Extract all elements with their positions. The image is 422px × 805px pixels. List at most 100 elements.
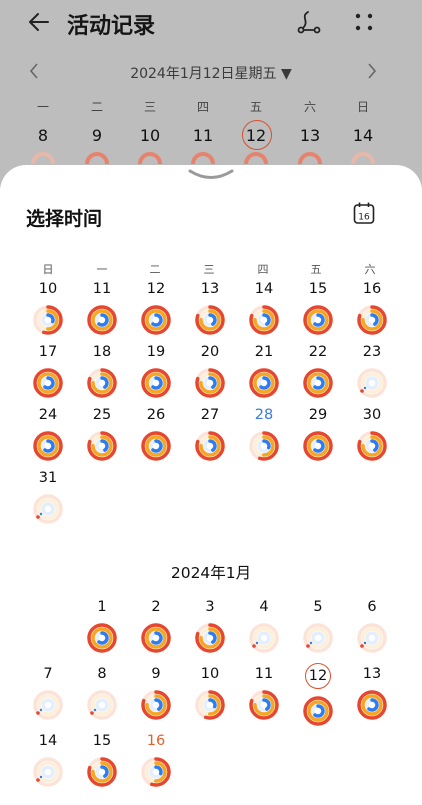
calendar-day-number: 18 bbox=[92, 344, 112, 360]
more-grid-icon[interactable] bbox=[353, 11, 375, 33]
calendar-day[interactable]: 14 bbox=[240, 280, 288, 340]
calendar-day[interactable]: 8 bbox=[78, 665, 126, 725]
calendar-day-number: 17 bbox=[38, 344, 58, 360]
activity-ring-icon bbox=[141, 690, 171, 720]
calendar-day-number: 30 bbox=[362, 407, 382, 423]
weekday-label: 六 bbox=[303, 100, 316, 114]
calendar-day[interactable]: 11 bbox=[78, 280, 126, 340]
activity-ring-icon bbox=[87, 305, 117, 335]
calendar-day-number: 15 bbox=[92, 733, 112, 749]
calendar-day[interactable]: 30 bbox=[348, 406, 396, 466]
week-day[interactable]: 11 bbox=[183, 126, 223, 145]
current-date-dropdown[interactable]: 2024年1月12日星期五 ▼ bbox=[0, 63, 422, 83]
back-arrow-icon[interactable] bbox=[26, 9, 52, 35]
calendar-day[interactable]: 16 bbox=[348, 280, 396, 340]
calendar-day-number: 26 bbox=[146, 407, 166, 423]
calendar-day-number: 28 bbox=[254, 407, 274, 423]
calendar-day[interactable]: 23 bbox=[348, 343, 396, 403]
week-day[interactable]: 13 bbox=[290, 126, 330, 145]
calendar-day-number: 10 bbox=[38, 281, 58, 297]
activity-ring-icon bbox=[87, 431, 117, 461]
activity-ring-icon bbox=[249, 690, 279, 720]
activity-ring-icon bbox=[141, 368, 171, 398]
activity-ring-icon bbox=[195, 368, 225, 398]
calendar-day[interactable]: 16 bbox=[132, 732, 180, 792]
weekday-label: 日 bbox=[42, 263, 54, 276]
calendar-day[interactable]: 3 bbox=[186, 598, 234, 658]
activity-ring-icon bbox=[249, 623, 279, 653]
calendar-day-number: 12 bbox=[146, 281, 166, 297]
calendar-day[interactable]: 2 bbox=[132, 598, 180, 658]
calendar-day[interactable]: 10 bbox=[186, 665, 234, 725]
week-day[interactable]: 14 bbox=[343, 126, 383, 145]
activity-ring-icon bbox=[303, 305, 333, 335]
calendar-day-number: 14 bbox=[254, 281, 274, 297]
chevron-right-icon[interactable] bbox=[366, 62, 378, 80]
calendar-day-number: 31 bbox=[38, 470, 58, 486]
calendar-day-number: 25 bbox=[92, 407, 112, 423]
calendar-day[interactable]: 26 bbox=[132, 406, 180, 466]
calendar-day[interactable]: 10 bbox=[24, 280, 72, 340]
calendar-day[interactable]: 29 bbox=[294, 406, 342, 466]
calendar-day[interactable]: 25 bbox=[78, 406, 126, 466]
calendar-day[interactable]: 12 bbox=[132, 280, 180, 340]
calendar-day[interactable]: 21 bbox=[240, 343, 288, 403]
activity-ring-icon bbox=[195, 431, 225, 461]
calendar-day[interactable]: 12 bbox=[294, 663, 342, 726]
calendar-day[interactable]: 13 bbox=[348, 665, 396, 725]
activity-ring-icon bbox=[195, 305, 225, 335]
weekday-label: 六 bbox=[364, 263, 376, 276]
calendar-day[interactable]: 5 bbox=[294, 598, 342, 658]
activity-ring-icon bbox=[303, 431, 333, 461]
activity-ring-peek bbox=[138, 152, 162, 164]
activity-ring-icon bbox=[249, 431, 279, 461]
calendar-day-number: 16 bbox=[146, 733, 166, 749]
activity-ring-icon bbox=[87, 368, 117, 398]
weekday-label: 三 bbox=[203, 263, 215, 276]
activity-ring-icon bbox=[141, 623, 171, 653]
activity-ring-icon bbox=[357, 690, 387, 720]
calendar-day[interactable]: 28 bbox=[240, 406, 288, 466]
calendar-day-number: 6 bbox=[367, 599, 377, 615]
calendar-day-number: 9 bbox=[151, 666, 161, 682]
calendar-day[interactable]: 11 bbox=[240, 665, 288, 725]
activity-ring-icon bbox=[33, 757, 63, 787]
activity-ring-icon bbox=[195, 623, 225, 653]
calendar-day[interactable]: 19 bbox=[132, 343, 180, 403]
calendar-day[interactable]: 4 bbox=[240, 598, 288, 658]
route-icon[interactable] bbox=[296, 9, 322, 35]
calendar-day[interactable]: 1 bbox=[78, 598, 126, 658]
calendar-day[interactable]: 17 bbox=[24, 343, 72, 403]
weekday-label: 一 bbox=[36, 100, 49, 114]
weekday-label: 五 bbox=[310, 263, 322, 276]
calendar-day-selected: 12 bbox=[305, 663, 331, 689]
calendar-day[interactable]: 9 bbox=[132, 665, 180, 725]
sheet-handle-icon[interactable] bbox=[186, 168, 236, 182]
calendar-day[interactable]: 31 bbox=[24, 469, 72, 529]
activity-ring-peek bbox=[244, 152, 268, 164]
calendar-icon[interactable]: 16 bbox=[352, 201, 376, 225]
calendar-day[interactable]: 27 bbox=[186, 406, 234, 466]
activity-ring-icon bbox=[33, 431, 63, 461]
calendar-day[interactable]: 22 bbox=[294, 343, 342, 403]
calendar-day-number: 16 bbox=[362, 281, 382, 297]
weekday-label: 二 bbox=[90, 100, 103, 114]
calendar-day[interactable]: 18 bbox=[78, 343, 126, 403]
week-day[interactable]: 9 bbox=[77, 126, 117, 145]
calendar-day[interactable]: 6 bbox=[348, 598, 396, 658]
calendar-day[interactable]: 15 bbox=[294, 280, 342, 340]
calendar-day[interactable]: 14 bbox=[24, 732, 72, 792]
calendar-day[interactable]: 24 bbox=[24, 406, 72, 466]
calendar-day[interactable]: 13 bbox=[186, 280, 234, 340]
activity-ring-icon bbox=[303, 696, 333, 726]
activity-ring-icon bbox=[249, 305, 279, 335]
date-picker-sheet: 选择时间 16 日 一 二 三 四 五 六 10 11 12 13 14 15 16 17 18… bbox=[0, 165, 422, 805]
calendar-day[interactable]: 20 bbox=[186, 343, 234, 403]
week-day[interactable]: 10 bbox=[130, 126, 170, 145]
calendar-day[interactable]: 15 bbox=[78, 732, 126, 792]
week-day[interactable]: 8 bbox=[23, 126, 63, 145]
calendar-day-number: 8 bbox=[97, 666, 107, 682]
calendar-day-number: 23 bbox=[362, 344, 382, 360]
calendar-day[interactable]: 7 bbox=[24, 665, 72, 725]
weekday-label: 日 bbox=[356, 100, 369, 114]
